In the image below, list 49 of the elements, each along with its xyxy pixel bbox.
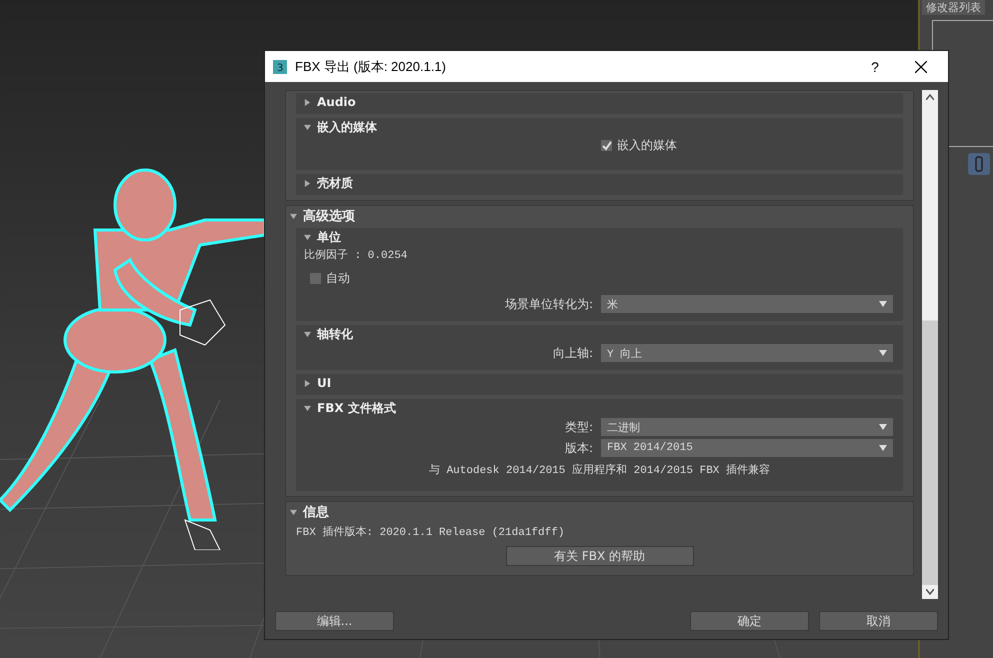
rollout-title[interactable]: 嵌入的媒体	[317, 118, 377, 136]
version-text: FBX 插件版本: 2020.1.1 Release (21da1fdff)	[296, 525, 566, 539]
dialog-button[interactable]: 确定	[690, 611, 809, 631]
checkbox[interactable]	[310, 273, 321, 284]
triangle-down-icon[interactable]	[304, 234, 311, 240]
dropdown[interactable]: 二进制	[601, 418, 893, 436]
checkbox-label[interactable]: 自动	[326, 270, 350, 287]
scrollbar[interactable]	[922, 90, 938, 599]
dropdown[interactable]: FBX 2014/2015	[601, 439, 893, 457]
info-text: 比例因子 : 0.0254	[304, 248, 408, 262]
dialog-button[interactable]: 取消	[819, 611, 938, 631]
help-button[interactable]: ?	[852, 51, 898, 82]
triangle-down-icon[interactable]	[290, 212, 297, 220]
dropdown-label: 向上轴:	[552, 344, 593, 362]
caret-icon	[879, 445, 887, 451]
rollout-title[interactable]: 壳材质	[317, 174, 353, 192]
group-title[interactable]: 信息	[303, 503, 329, 521]
edit-button[interactable]: 编辑...	[275, 611, 394, 631]
caret-icon	[879, 424, 887, 430]
scroll-up-icon[interactable]	[926, 94, 934, 100]
caret-icon	[879, 301, 887, 307]
dropdown[interactable]: Y 向上	[601, 344, 893, 362]
checkbox[interactable]	[601, 140, 612, 151]
triangle-down-icon[interactable]	[290, 508, 297, 516]
scroll-down-icon[interactable]	[926, 589, 934, 595]
dropdown[interactable]: 米	[601, 295, 893, 313]
rollout-title[interactable]: Audio	[317, 95, 356, 109]
close-icon	[915, 60, 927, 72]
rollout-title[interactable]: FBX 文件格式	[317, 400, 396, 416]
group-title[interactable]: 高级选项	[303, 207, 355, 225]
help-link-button[interactable]: 有关 FBX 的帮助	[506, 546, 694, 566]
triangle-down-icon[interactable]	[304, 124, 311, 130]
triangle-down-icon[interactable]	[304, 330, 311, 338]
triangle-right-icon[interactable]	[304, 380, 311, 386]
window-title: FBX 导出 (版本: 2020.1.1)	[295, 58, 447, 76]
rollout-title[interactable]: 单位	[317, 228, 341, 246]
triangle-down-icon[interactable]	[304, 404, 311, 412]
compatibility-note: 与 Autodesk 2014/2015 应用程序和 2014/2015 FBX 插件兼容	[428, 462, 772, 479]
rollout-title[interactable]: 轴转化	[317, 326, 353, 342]
app-logo-icon: 3	[273, 60, 287, 74]
triangle-right-icon[interactable]	[304, 98, 311, 106]
triangle-right-icon[interactable]	[304, 180, 311, 186]
dropdown-label: 类型:	[564, 418, 593, 436]
rollout-title[interactable]: UI	[317, 376, 332, 390]
dropdown-label: 场景单位转化为:	[504, 296, 593, 312]
checkbox-label[interactable]: 嵌入的媒体	[617, 137, 677, 154]
modifier-list-label: 修改器列表	[922, 0, 985, 15]
dropdown-label: 版本:	[564, 440, 593, 456]
caret-icon	[879, 350, 887, 356]
